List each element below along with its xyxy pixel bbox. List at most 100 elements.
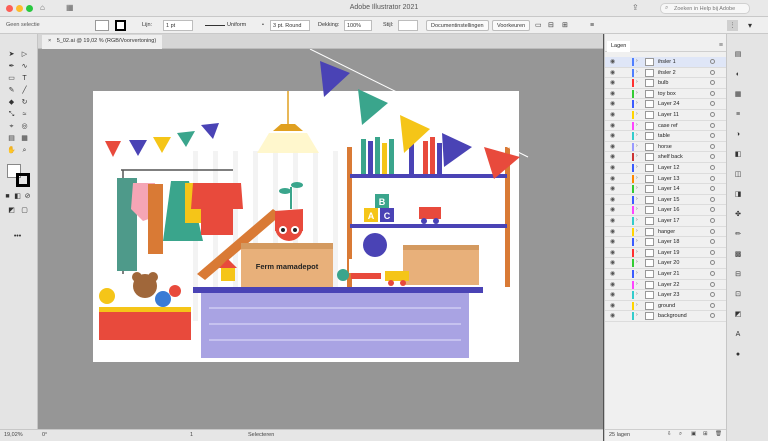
align-icon[interactable]: ⊟ <box>548 20 554 31</box>
visibility-eye-icon[interactable]: ◉ <box>610 196 615 203</box>
layer-row[interactable]: ◉ › background <box>605 311 727 322</box>
layer-name[interactable]: Layer 21 <box>658 271 679 277</box>
layer-row[interactable]: ◉ › hanger <box>605 227 727 238</box>
mesh-tool-icon[interactable]: ▦ <box>20 134 29 143</box>
layer-row[interactable]: ◉ › Layer 11 <box>605 110 727 121</box>
rotate-tool-icon[interactable]: ↻ <box>20 98 29 107</box>
layer-row[interactable]: ◉ › Layer 14 <box>605 184 727 195</box>
expand-arrow-icon[interactable]: › <box>636 79 638 85</box>
stroke-swatch[interactable] <box>115 20 126 31</box>
layer-target-icon[interactable] <box>710 260 715 266</box>
document-setup-button[interactable]: Documentinstellingen <box>426 20 489 31</box>
visibility-eye-icon[interactable]: ◉ <box>610 312 615 319</box>
canvas-area[interactable]: Ferm mamadepot B A C <box>38 49 603 429</box>
layer-target-icon[interactable] <box>710 90 715 96</box>
visibility-eye-icon[interactable]: ◉ <box>610 302 615 309</box>
type-tool-icon[interactable]: T <box>20 74 29 83</box>
visibility-eye-icon[interactable]: ◉ <box>610 58 615 65</box>
layer-name[interactable]: Layer 16 <box>658 207 679 213</box>
zoom-level[interactable]: 19,02% <box>4 432 23 438</box>
layer-name[interactable]: case ref <box>658 123 678 129</box>
eraser-tool-icon[interactable]: ◆ <box>7 98 16 107</box>
color-mode-icon[interactable]: ■ <box>3 192 12 201</box>
expand-arrow-icon[interactable]: › <box>636 281 638 287</box>
layer-name[interactable]: Layer 14 <box>658 186 679 192</box>
layer-row[interactable]: ◉ › Layer 22 <box>605 280 727 291</box>
gradient-tool-icon[interactable]: ▤ <box>7 134 16 143</box>
layer-name[interactable]: bulb <box>658 80 668 86</box>
none-mode-icon[interactable]: ⊘ <box>23 192 32 201</box>
preferences-button[interactable]: Voorkeuren <box>492 20 531 31</box>
direct-selection-tool-icon[interactable]: ▷ <box>20 50 29 59</box>
expand-arrow-icon[interactable]: › <box>636 270 638 276</box>
layer-target-icon[interactable] <box>710 249 715 255</box>
visibility-eye-icon[interactable]: ◉ <box>610 111 615 118</box>
pathfinder-panel-icon[interactable]: ◩ <box>733 310 743 319</box>
style-dropdown[interactable] <box>398 20 418 31</box>
visibility-eye-icon[interactable]: ◉ <box>610 217 615 224</box>
expand-arrow-icon[interactable]: › <box>636 122 638 128</box>
layer-target-icon[interactable] <box>710 281 715 287</box>
profile-value[interactable]: Uniform <box>227 20 246 31</box>
layer-name[interactable]: horse <box>658 144 672 150</box>
expand-arrow-icon[interactable]: › <box>636 175 638 181</box>
layer-row[interactable]: ◉ › Layer 23 <box>605 290 727 301</box>
panel-toggle-icon[interactable]: ⫶ <box>727 20 738 31</box>
layer-row[interactable]: ◉ › Layer 20 <box>605 258 727 269</box>
layer-target-icon[interactable] <box>710 207 715 213</box>
panel-menu-icon[interactable]: ▾ <box>748 20 752 31</box>
layer-row[interactable]: ◉ › Layer 12 <box>605 163 727 174</box>
layer-name[interactable]: Layer 15 <box>658 197 679 203</box>
layers-tab[interactable]: Lagen <box>607 41 631 52</box>
share-icon[interactable]: ⇪ <box>632 3 639 12</box>
close-tab-icon[interactable]: × <box>48 38 51 44</box>
zoom-tool-icon[interactable]: ⌕ <box>20 146 29 155</box>
layer-row[interactable]: ◉ › Layer 17 <box>605 216 727 227</box>
expand-arrow-icon[interactable]: › <box>636 185 638 191</box>
swatches-panel-icon[interactable]: ▦ <box>733 90 743 99</box>
libraries-panel-icon[interactable]: ▩ <box>733 250 743 259</box>
layer-target-icon[interactable] <box>710 292 715 298</box>
visibility-eye-icon[interactable]: ◉ <box>610 259 615 266</box>
layer-name[interactable]: ihsler 1 <box>658 59 676 65</box>
layer-name[interactable]: toy box <box>658 91 676 97</box>
expand-arrow-icon[interactable]: › <box>636 196 638 202</box>
layer-row[interactable]: ◉ › Layer 24 <box>605 99 727 110</box>
layer-target-icon[interactable] <box>710 239 715 245</box>
layer-row[interactable]: ◉ › toy box <box>605 89 727 100</box>
line-tool-icon[interactable]: ╱ <box>20 86 29 95</box>
rotation-angle[interactable]: 0° <box>42 432 47 438</box>
transform-icon[interactable]: ⊞ <box>562 20 568 31</box>
expand-arrow-icon[interactable]: › <box>636 111 638 117</box>
expand-arrow-icon[interactable]: › <box>636 312 638 318</box>
layer-target-icon[interactable] <box>710 175 715 181</box>
document-tab[interactable]: × 5_02.ai @ 19,02 % (RGB/Voorvertoning) <box>42 35 163 49</box>
graphic-styles-panel-icon[interactable]: ◫ <box>733 170 743 179</box>
visibility-eye-icon[interactable]: ◉ <box>610 79 615 86</box>
layer-row[interactable]: ◉ › bulb <box>605 78 727 89</box>
expand-arrow-icon[interactable]: › <box>636 217 638 223</box>
layer-name[interactable]: Layer 19 <box>658 250 679 256</box>
layer-name[interactable]: background <box>658 313 687 319</box>
pen-tool-icon[interactable]: ✒ <box>7 62 16 71</box>
layer-name[interactable]: Layer 12 <box>658 165 679 171</box>
visibility-eye-icon[interactable]: ◉ <box>610 69 615 76</box>
help-search-input[interactable]: ⌕ Zoeken in Help bij Adobe <box>660 3 750 14</box>
visibility-eye-icon[interactable]: ◉ <box>610 164 615 171</box>
layer-row[interactable]: ◉ › Layer 15 <box>605 195 727 206</box>
expand-arrow-icon[interactable]: › <box>636 90 638 96</box>
layer-target-icon[interactable] <box>710 80 715 86</box>
layer-target-icon[interactable] <box>710 133 715 139</box>
expand-arrow-icon[interactable]: › <box>636 153 638 159</box>
layer-target-icon[interactable] <box>710 59 715 64</box>
color-panel-icon[interactable]: ◐ <box>733 70 743 79</box>
layer-target-icon[interactable] <box>710 218 715 223</box>
expand-arrow-icon[interactable]: › <box>636 164 638 170</box>
align-panel-icon[interactable]: ⊟ <box>733 270 743 279</box>
expand-arrow-icon[interactable]: › <box>636 100 638 106</box>
layer-target-icon[interactable] <box>710 143 715 149</box>
visibility-eye-icon[interactable]: ◉ <box>610 143 615 150</box>
appearance-panel-icon[interactable]: ◧ <box>733 150 743 159</box>
layer-row[interactable]: ◉ › ihsler 1 <box>605 57 727 68</box>
stroke-panel-icon[interactable]: ≡ <box>733 110 743 119</box>
